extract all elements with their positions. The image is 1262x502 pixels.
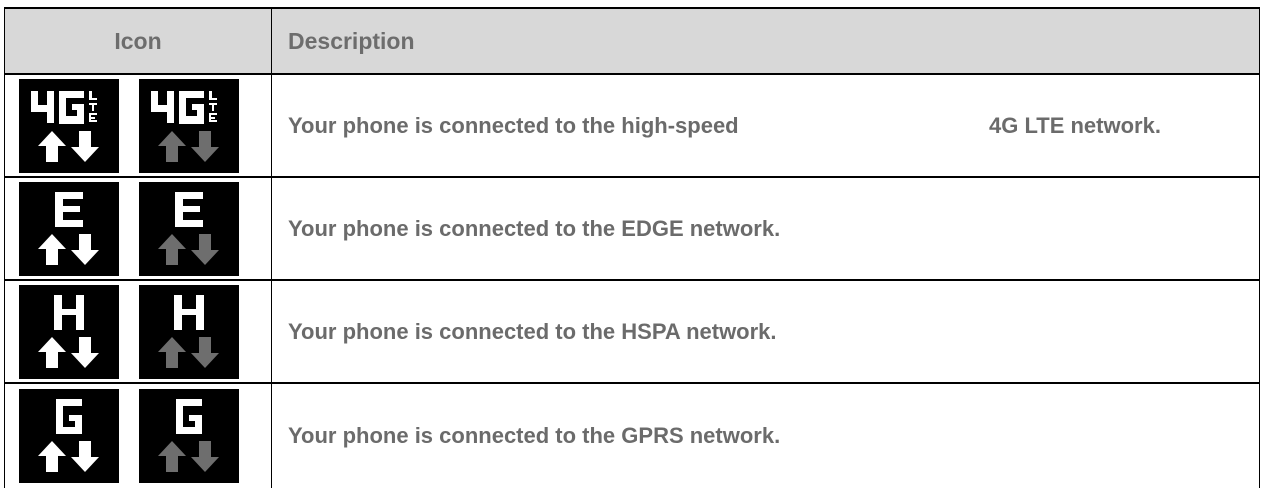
gprs-active-icon xyxy=(19,389,119,483)
table-row: Your phone is connected to the high-spee… xyxy=(5,75,1259,178)
header-icon-label: Icon xyxy=(114,27,162,54)
icon-cell xyxy=(5,281,272,382)
table-row: Your phone is connected to the HSPA netw… xyxy=(5,281,1259,384)
header-description-cell: Description xyxy=(272,9,1259,73)
description-text: Your phone is connected to the high-spee… xyxy=(288,112,739,138)
icon-cell xyxy=(5,178,272,279)
description-text: Your phone is connected to the GPRS netw… xyxy=(288,423,781,448)
table-row: Your phone is connected to the EDGE netw… xyxy=(5,178,1259,281)
description-cell: Your phone is connected to the high-spee… xyxy=(272,75,1259,176)
edge-idle-icon xyxy=(139,181,239,276)
description-text: Your phone is connected to the HSPA netw… xyxy=(288,318,777,344)
description-cell: Your phone is connected to the GPRS netw… xyxy=(272,384,1259,488)
gprs-idle-icon xyxy=(139,389,239,483)
description-cell: Your phone is connected to the EDGE netw… xyxy=(272,178,1259,279)
header-icon-cell: Icon xyxy=(5,9,272,73)
edge-active-icon xyxy=(19,181,119,276)
description-text-tail: 4G LTE network. xyxy=(989,112,1161,138)
header-description-label: Description xyxy=(288,27,415,54)
icon-cell xyxy=(5,384,272,488)
hspa-active-icon xyxy=(19,284,119,379)
hspa-idle-icon xyxy=(139,284,239,379)
description-text: Your phone is connected to the EDGE netw… xyxy=(288,215,781,241)
icon-cell xyxy=(5,75,272,176)
table-row: Your phone is connected to the GPRS netw… xyxy=(5,384,1259,488)
table-header-row: Icon Description xyxy=(5,9,1259,75)
4g-lte-idle-icon xyxy=(139,78,239,173)
description-cell: Your phone is connected to the HSPA netw… xyxy=(272,281,1259,382)
4g-lte-active-icon xyxy=(19,78,119,173)
network-icons-table: Icon Description Your phone is connected… xyxy=(4,7,1260,488)
